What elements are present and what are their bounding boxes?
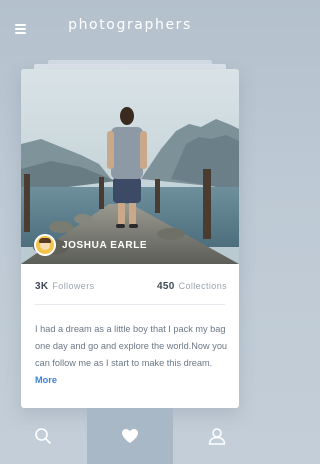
followers-label: Followers bbox=[52, 280, 95, 291]
profile-card[interactable]: JOSHUA EARLE 3K Followers 450 Collections … bbox=[21, 69, 239, 408]
followers-stat[interactable]: 3K Followers bbox=[35, 281, 95, 292]
divider bbox=[35, 304, 225, 305]
avatar-hair bbox=[39, 238, 51, 243]
user-chip[interactable]: JOSHUA EARLE bbox=[34, 234, 147, 256]
search-icon bbox=[35, 428, 52, 444]
username: JOSHUA EARLE bbox=[62, 239, 148, 251]
profile-photo: JOSHUA EARLE bbox=[21, 69, 239, 264]
collections-stat[interactable]: 450 Collections bbox=[157, 281, 227, 292]
tab-favorites[interactable] bbox=[86, 408, 174, 464]
stats-row: 3K Followers 450 Collections bbox=[35, 278, 227, 294]
user-icon bbox=[208, 428, 225, 445]
followers-count: 3K bbox=[35, 280, 49, 292]
more-link[interactable]: More bbox=[35, 375, 57, 385]
avatar-icon bbox=[34, 234, 56, 256]
bio-text: I had a dream as a little boy that I pac… bbox=[35, 324, 228, 368]
bottom-tab-bar bbox=[0, 408, 260, 464]
top-bar: photographers bbox=[0, 0, 260, 56]
collections-count: 450 bbox=[156, 280, 175, 292]
bio-text-block: I had a dream as a little boy that I pac… bbox=[35, 321, 231, 389]
heart-icon bbox=[121, 429, 138, 443]
collections-label: Collections bbox=[178, 280, 227, 291]
tab-search[interactable] bbox=[0, 408, 87, 464]
page-title: photographers bbox=[68, 17, 192, 33]
tab-profile[interactable] bbox=[173, 408, 260, 464]
